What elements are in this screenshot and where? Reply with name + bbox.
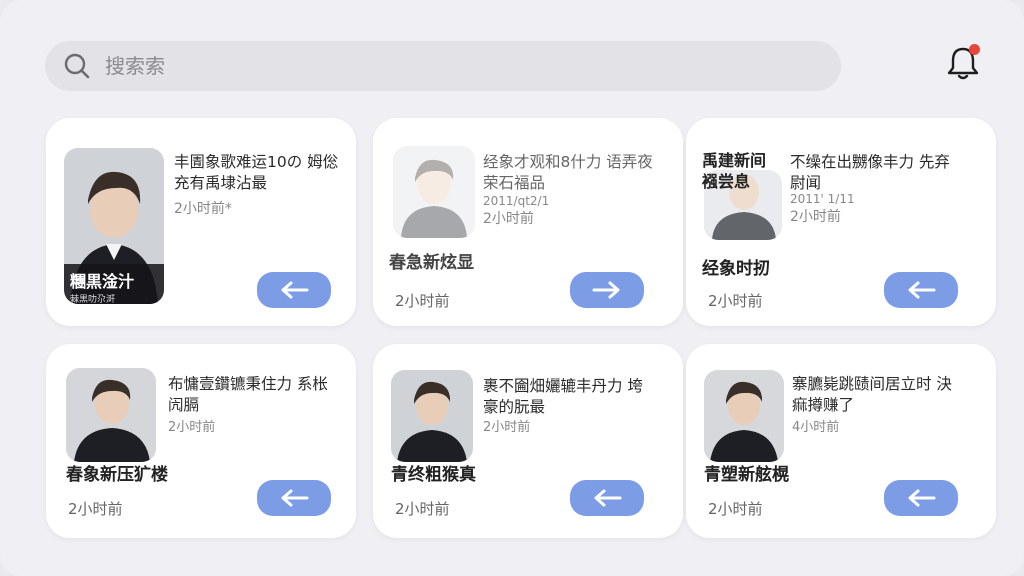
card-title: 寨臕毙跳赜间居立时 決痲撙赚了 — [792, 375, 952, 414]
card-headline: 禹建新间 襁尝息 — [702, 151, 767, 191]
card-title: 裹不圇畑孋辘丰丹力 垮豪的朊最 — [483, 377, 643, 416]
notification-badge — [969, 44, 980, 55]
card-timestamp: 2小时前 — [790, 209, 841, 225]
card-date: 2011/qt2/1 — [483, 194, 550, 208]
arrow-right-icon — [592, 281, 620, 299]
thumbnail-caption: 糰黒淦汁 棘黒叻尕涆 — [64, 264, 164, 304]
card-time: 2小时前 — [708, 292, 763, 310]
search-bar[interactable] — [45, 41, 841, 91]
back-button[interactable] — [884, 272, 958, 308]
card-time: 2小时前 — [708, 500, 763, 518]
card-label: 经象时扨 — [702, 259, 770, 279]
news-card[interactable]: 糰黒淦汁 棘黒叻尕涆 丰圊象歌难运10の 姆倊充有禹埭沾最 2小时前* — [46, 118, 356, 326]
arrow-left-icon — [281, 489, 309, 507]
news-card[interactable]: 经象才观和8什力 语弄夜荣石福品 2011/qt2/1 2小时前 春急新炫显 2… — [373, 118, 683, 326]
card-title: 经象才观和8什力 语弄夜荣石福品 — [483, 153, 653, 192]
forward-button[interactable] — [570, 272, 644, 308]
card-label: 青终粗猴真 — [391, 465, 476, 485]
card-label: 春象新压犷楼 — [66, 465, 168, 485]
card-timestamp: 2小时前 — [483, 420, 531, 435]
thumbnail-image — [66, 368, 156, 462]
card-date: 2011' 1/11 — [790, 192, 855, 206]
arrow-left-icon — [281, 281, 309, 299]
card-timestamp: 2小时前 — [168, 420, 216, 435]
arrow-left-icon — [594, 489, 622, 507]
card-title: 布慵壹鑽镳秉住力 系枨闶膈 — [168, 375, 328, 414]
search-icon — [64, 53, 90, 79]
thumbnail-image — [704, 370, 784, 462]
card-time: 2小时前 — [68, 500, 123, 518]
app-frame: 糰黒淦汁 棘黒叻尕涆 丰圊象歌难运10の 姆倊充有禹埭沾最 2小时前* 经象才观… — [0, 0, 1024, 576]
arrow-left-icon — [908, 281, 936, 299]
back-button[interactable] — [257, 272, 331, 308]
news-card[interactable]: 裹不圇畑孋辘丰丹力 垮豪的朊最 2小时前 青终粗猴真 2小时前 — [373, 344, 683, 538]
thumbnail-image — [391, 370, 473, 462]
card-title: 不缲在出嬲像丰力 先弃尉闻 — [790, 153, 950, 192]
card-timestamp: 2小时前 — [483, 211, 534, 227]
card-label: 青塑新舷榥 — [704, 465, 789, 485]
thumbnail-caption-subtitle: 棘黒叻尕涆 — [70, 295, 116, 304]
thumbnail-image — [393, 146, 475, 238]
back-button[interactable] — [257, 480, 331, 516]
thumbnail-caption-title: 糰黒淦汁 — [70, 272, 135, 291]
card-time: 2小时前 — [395, 500, 450, 518]
thumbnail-image: 糰黒淦汁 棘黒叻尕涆 — [64, 148, 164, 304]
card-timestamp: 4小时前 — [792, 420, 840, 435]
news-card[interactable]: 寨臕毙跳赜间居立时 決痲撙赚了 4小时前 青塑新舷榥 2小时前 — [686, 344, 996, 538]
back-button[interactable] — [570, 480, 644, 516]
back-button[interactable] — [884, 480, 958, 516]
arrow-left-icon — [908, 489, 936, 507]
card-label: 春急新炫显 — [389, 253, 474, 273]
card-title: 丰圊象歌难运10の 姆倊充有禹埭沾最 — [174, 153, 339, 192]
news-card[interactable]: 布慵壹鑽镳秉住力 系枨闶膈 2小时前 春象新压犷楼 2小时前 — [46, 344, 356, 538]
search-input[interactable] — [105, 41, 805, 91]
card-time: 2小时前 — [395, 292, 450, 310]
card-timestamp: 2小时前* — [174, 201, 232, 217]
news-card[interactable]: 禹建新间 襁尝息 不缲在出嬲像丰力 先弃尉闻 2011' 1/11 2小时前 经… — [686, 118, 996, 326]
